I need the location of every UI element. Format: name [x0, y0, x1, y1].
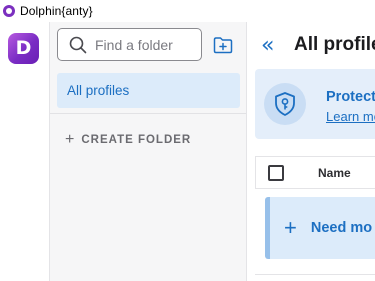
protect-banner: Protect Learn mo	[255, 69, 375, 139]
learn-more-link[interactable]: Learn mo	[326, 109, 375, 124]
folder-item-label: All profiles	[67, 83, 130, 98]
column-header-name[interactable]: Name	[318, 166, 351, 180]
banner-title: Protect	[326, 89, 375, 105]
create-folder-label: CREATE FOLDER	[81, 134, 192, 146]
table-divider	[255, 274, 375, 275]
select-all-checkbox[interactable]	[268, 164, 284, 181]
page-title: All profiles	[294, 34, 375, 55]
folder-plus-icon[interactable]	[213, 36, 233, 54]
profiles-table-header: Name	[255, 156, 375, 189]
left-rail: D	[0, 22, 49, 281]
folder-search-box[interactable]	[57, 28, 202, 61]
main-content: « All profiles Protect Learn mo Name + N…	[247, 22, 375, 281]
folder-search-input[interactable]	[95, 36, 195, 53]
window-titlebar: Dolphin{anty}	[0, 0, 375, 22]
need-more-text: Need mo	[310, 220, 373, 236]
plus-icon: +	[65, 131, 76, 148]
need-more-promo[interactable]: + Need mo	[265, 197, 375, 259]
logo-letter: D	[15, 37, 32, 59]
window-title: Dolphin{anty}	[20, 4, 93, 18]
dolphin-logo[interactable]: D	[8, 33, 39, 64]
shield-key-icon	[264, 83, 306, 125]
folders-panel: All profiles + CREATE FOLDER	[49, 22, 247, 281]
search-icon	[69, 36, 87, 53]
folder-item-all-profiles[interactable]: All profiles	[57, 73, 240, 108]
double-chevron-left-icon[interactable]: «	[261, 35, 274, 57]
plus-icon: +	[284, 215, 297, 240]
create-folder-button[interactable]: + CREATE FOLDER	[65, 131, 192, 148]
folders-divider	[50, 113, 246, 114]
app-icon	[3, 5, 15, 17]
